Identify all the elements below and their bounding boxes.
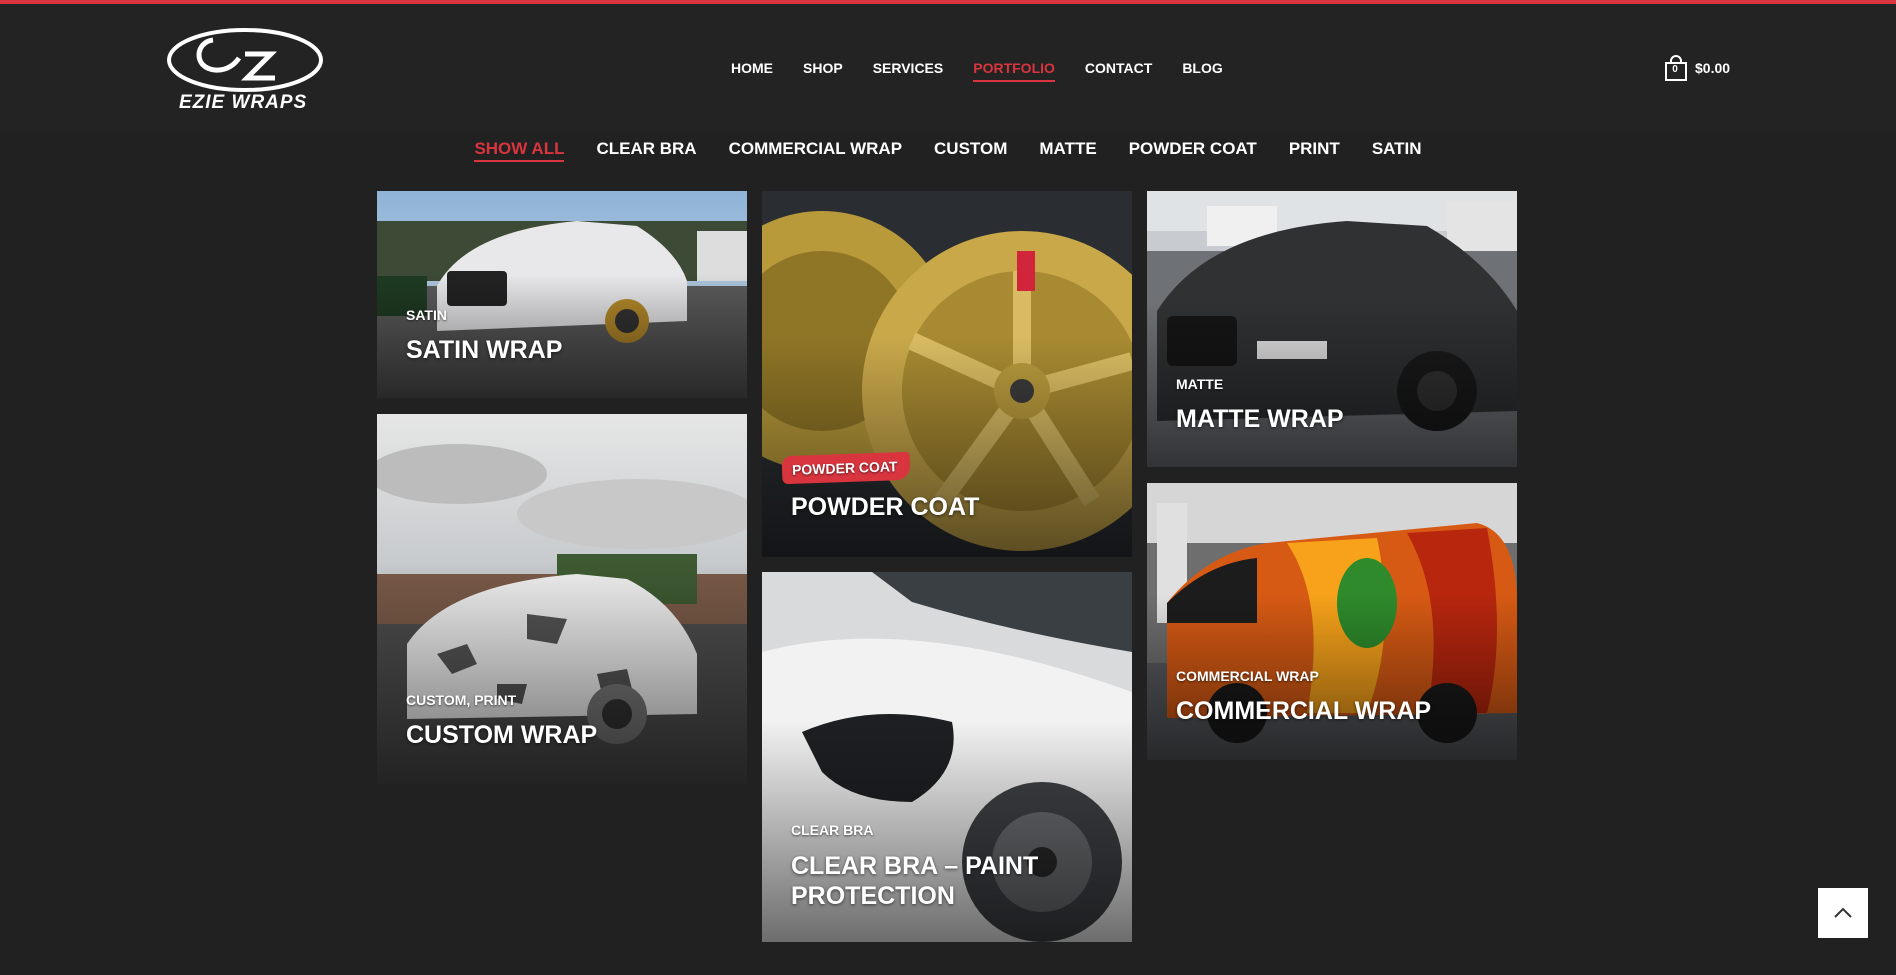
item-title[interactable]: CUSTOM WRAP bbox=[406, 720, 727, 750]
portfolio-item-powder-coat[interactable]: POWDER COAT POWDER COAT bbox=[762, 191, 1132, 557]
main-navigation: HOME SHOP SERVICES PORTFOLIO CONTACT BLO… bbox=[731, 58, 1253, 82]
shopping-bag-icon: 0 bbox=[1665, 55, 1687, 81]
filter-powder-coat[interactable]: POWDER COAT bbox=[1129, 138, 1257, 162]
portfolio-item-commercial-wrap[interactable]: COMMERCIAL WRAP COMMERCIAL WRAP bbox=[1147, 483, 1517, 760]
portfolio-item-clear-bra[interactable]: CLEAR BRA CLEAR BRA – PAINT PROTECTION bbox=[762, 572, 1132, 942]
logo-wordmark: EZIE WRAPS bbox=[179, 92, 308, 113]
portfolio-filters: SHOW ALL CLEAR BRA COMMERCIAL WRAP CUSTO… bbox=[0, 138, 1896, 162]
item-category: MATTE bbox=[1176, 376, 1224, 392]
filter-custom[interactable]: CUSTOM bbox=[934, 138, 1007, 162]
nav-blog[interactable]: BLOG bbox=[1182, 58, 1222, 82]
cart-total: $0.00 bbox=[1695, 60, 1731, 76]
site-header: EZIE WRAPS HOME SHOP SERVICES PORTFOLIO … bbox=[0, 4, 1896, 130]
filter-matte[interactable]: MATTE bbox=[1039, 138, 1096, 162]
filter-show-all[interactable]: SHOW ALL bbox=[474, 138, 565, 162]
filter-satin[interactable]: SATIN bbox=[1372, 138, 1422, 162]
portfolio-item-satin-wrap[interactable]: SATIN SATIN WRAP bbox=[377, 191, 747, 398]
portfolio-item-matte-wrap[interactable]: MATTE MATTE WRAP bbox=[1147, 191, 1517, 467]
item-category: COMMERCIAL WRAP bbox=[1176, 668, 1319, 684]
item-title[interactable]: CLEAR BRA – PAINT PROTECTION bbox=[791, 851, 1112, 911]
cart-widget[interactable]: 0 $0.00 bbox=[1665, 54, 1730, 82]
item-category: SATIN bbox=[406, 307, 447, 323]
nav-shop[interactable]: SHOP bbox=[803, 58, 843, 82]
filter-clear-bra[interactable]: CLEAR BRA bbox=[596, 138, 696, 162]
scroll-to-top-button[interactable] bbox=[1818, 888, 1868, 938]
item-title[interactable]: POWDER COAT bbox=[791, 492, 1112, 522]
item-category: CUSTOM, PRINT bbox=[406, 692, 517, 708]
item-title[interactable]: COMMERCIAL WRAP bbox=[1176, 696, 1497, 726]
nav-contact[interactable]: CONTACT bbox=[1085, 58, 1152, 82]
logo-mark-icon bbox=[167, 28, 323, 92]
nav-home[interactable]: HOME bbox=[731, 58, 773, 82]
site-logo[interactable]: EZIE WRAPS bbox=[165, 24, 325, 120]
chevron-up-icon bbox=[1834, 907, 1852, 918]
nav-portfolio[interactable]: PORTFOLIO bbox=[973, 58, 1055, 82]
image-overlay bbox=[762, 337, 1132, 557]
cart-count: 0 bbox=[1672, 64, 1678, 75]
item-title[interactable]: MATTE WRAP bbox=[1176, 404, 1497, 434]
item-category-badge: POWDER COAT bbox=[781, 451, 910, 485]
nav-services[interactable]: SERVICES bbox=[873, 58, 944, 82]
image-overlay bbox=[377, 562, 747, 784]
item-title[interactable]: SATIN WRAP bbox=[406, 335, 727, 365]
filter-print[interactable]: PRINT bbox=[1289, 138, 1340, 162]
item-category: CLEAR BRA bbox=[791, 822, 874, 838]
filter-commercial-wrap[interactable]: COMMERCIAL WRAP bbox=[729, 138, 902, 162]
portfolio-item-custom-wrap[interactable]: CUSTOM, PRINT CUSTOM WRAP bbox=[377, 414, 747, 784]
